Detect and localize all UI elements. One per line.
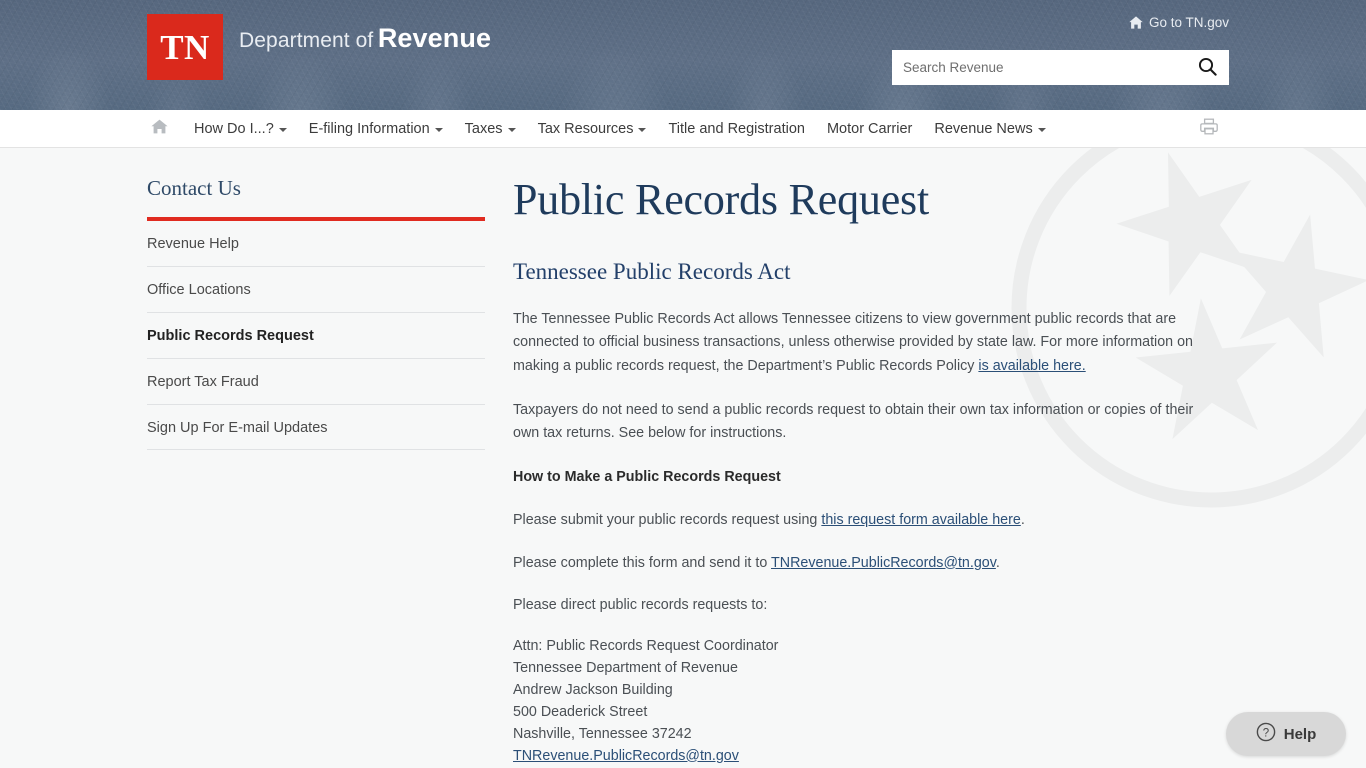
nav-item-label: E-filing Information [308, 121, 430, 137]
nav-home-link[interactable] [147, 110, 171, 148]
section-title: Tennessee Public Records Act [513, 259, 791, 285]
taxpayer-note-paragraph: Taxpayers do not need to send a public r… [513, 401, 1194, 442]
list-item: Report Tax Fraud [147, 359, 485, 405]
address-line: Attn: Public Records Request Coordinator [513, 638, 779, 655]
address-line: 500 Deaderick Street [513, 703, 648, 720]
sidebar-item-sign-up-email-updates[interactable]: Sign Up For E-mail Updates [147, 405, 485, 450]
address-line: Nashville, Tennessee 37242 [513, 725, 692, 742]
content-grid: Contact Us Revenue Help Office Locations… [0, 148, 1366, 768]
list-item: Office Locations [147, 267, 485, 313]
help-widget-label: Help [1283, 725, 1317, 743]
header-inner: TN Department of Revenue Go to TN.gov [0, 0, 1366, 110]
home-icon [150, 119, 168, 139]
search-icon [1198, 57, 1217, 79]
go-to-tn-gov-link[interactable]: Go to TN.gov [1129, 15, 1229, 30]
department-title: Department of Revenue [239, 14, 491, 54]
submit-request-paragraph: Please submit your public records reques… [513, 509, 1213, 532]
search-submit-button[interactable] [1186, 51, 1228, 84]
chevron-down-icon [1037, 128, 1046, 132]
page-root: TN Department of Revenue Go to TN.gov Se… [0, 0, 1366, 768]
home-icon [1129, 16, 1143, 29]
sidebar: Contact Us Revenue Help Office Locations… [147, 176, 485, 768]
page-title: Public Records Request [513, 175, 929, 224]
tn-logo-letters: TN [160, 27, 210, 67]
main-navigation: How Do I...? E-filing Information Taxes … [0, 110, 1366, 148]
question-mark-icon: ? [1256, 722, 1276, 747]
nav-item-motor-carrier[interactable]: Motor Carrier [816, 110, 923, 148]
chevron-down-icon [507, 128, 516, 132]
sidebar-menu: Revenue Help Office Locations Public Rec… [147, 221, 485, 451]
sidebar-item-office-locations[interactable]: Office Locations [147, 267, 485, 312]
list-item: Revenue Help [147, 221, 485, 268]
intro-paragraph-text: The Tennessee Public Records Act allows … [513, 310, 1193, 374]
sidebar-title[interactable]: Contact Us [147, 176, 485, 201]
nav-item-revenue-news[interactable]: Revenue News [923, 110, 1056, 148]
chevron-down-icon [638, 128, 647, 132]
site-logo[interactable]: TN Department of Revenue [147, 14, 491, 80]
sidebar-item-report-tax-fraud[interactable]: Report Tax Fraud [147, 359, 485, 404]
mailing-address-block: Attn: Public Records Request Coordinator… [513, 636, 1213, 767]
list-item: Sign Up For E-mail Updates [147, 405, 485, 451]
submit-request-text-end: . [1020, 512, 1025, 529]
nav-item-label: Revenue News [934, 121, 1033, 137]
nav-item-title-and-registration[interactable]: Title and Registration [657, 110, 815, 148]
list-item: Public Records Request [147, 313, 485, 359]
nav-item-label: How Do I...? [194, 121, 274, 137]
nav-item-efiling-information[interactable]: E-filing Information [298, 110, 454, 148]
sidebar-item-revenue-help[interactable]: Revenue Help [147, 221, 485, 266]
nav-item-taxes[interactable]: Taxes [454, 110, 527, 148]
send-form-text-end: . [995, 554, 1000, 571]
nav-item-how-do-i[interactable]: How Do I...? [183, 110, 298, 148]
nav-inner: How Do I...? E-filing Information Taxes … [0, 110, 1366, 148]
help-widget-button[interactable]: ? Help [1226, 712, 1346, 756]
nav-item-tax-resources[interactable]: Tax Resources [527, 110, 658, 148]
printer-icon [1200, 118, 1218, 140]
nav-item-label: Title and Registration [668, 121, 805, 137]
chevron-down-icon [434, 128, 443, 132]
main-content: Public Records Request Tennessee Public … [513, 175, 1213, 768]
address-email-link[interactable]: TNRevenue.PublicRecords@tn.gov [513, 746, 1213, 768]
page-body: Contact Us Revenue Help Office Locations… [0, 148, 1366, 768]
nav-item-label: Tax Resources [537, 121, 634, 137]
intro-paragraph: The Tennessee Public Records Act allows … [513, 308, 1213, 378]
agency-name: Revenue [377, 23, 492, 53]
request-form-link[interactable]: this request form available here [821, 512, 1020, 528]
tn-state-logo-icon: TN [147, 14, 223, 80]
send-form-text: Please complete this form and send it to [513, 554, 772, 571]
send-form-paragraph: Please complete this form and send it to… [513, 552, 1213, 575]
site-header: TN Department of Revenue Go to TN.gov [0, 0, 1366, 110]
public-records-policy-link[interactable]: is available here. [978, 358, 1085, 374]
nav-item-label: Taxes [464, 121, 503, 137]
submit-request-text: Please submit your public records reques… [513, 512, 822, 529]
go-to-tn-gov-label: Go to TN.gov [1148, 15, 1229, 30]
direct-requests-paragraph: Please direct public records requests to… [513, 596, 768, 613]
nav-item-label: Motor Carrier [826, 121, 913, 137]
search-input[interactable] [893, 51, 1186, 84]
search-box [892, 50, 1229, 85]
svg-text:?: ? [1263, 727, 1269, 739]
sidebar-item-public-records-request[interactable]: Public Records Request [147, 313, 485, 358]
department-label: Department of [239, 29, 374, 52]
address-line: Andrew Jackson Building [513, 681, 673, 698]
chevron-down-icon [278, 128, 287, 132]
tn-logo-square: TN [147, 14, 223, 80]
address-line: Tennessee Department of Revenue [513, 660, 738, 677]
print-page-button[interactable] [1200, 110, 1218, 148]
public-records-email-link[interactable]: TNRevenue.PublicRecords@tn.gov [771, 555, 996, 571]
how-to-heading: How to Make a Public Records Request [513, 469, 781, 486]
